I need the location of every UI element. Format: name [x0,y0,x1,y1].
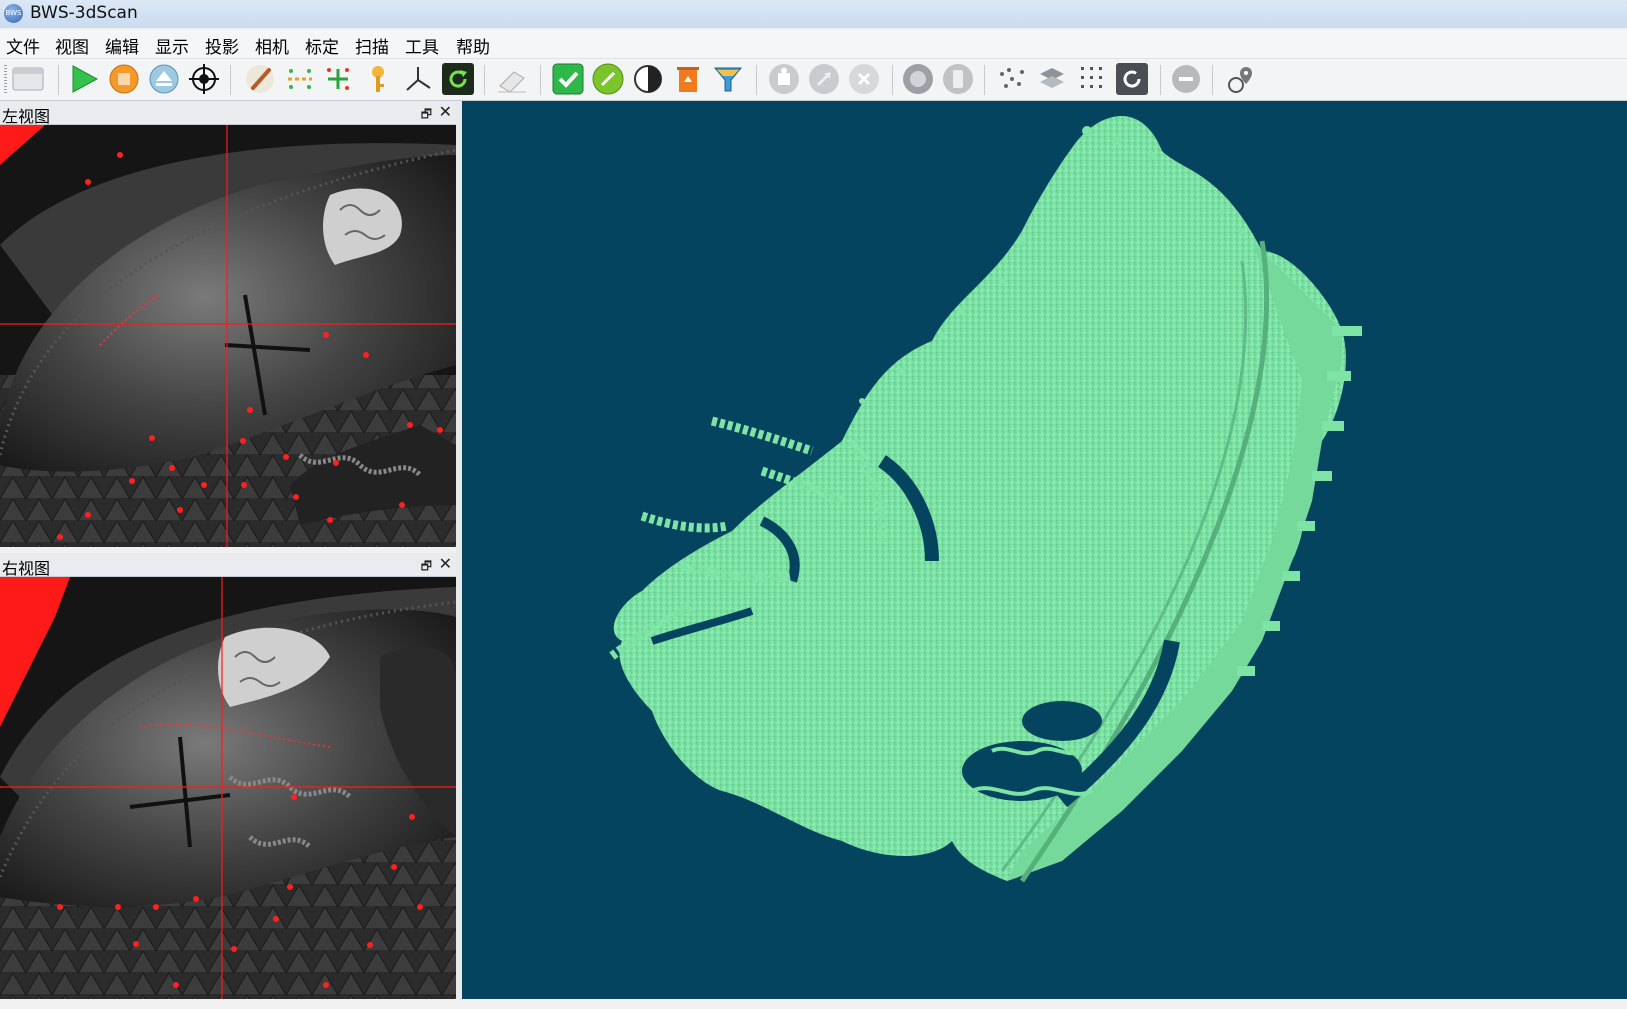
menu-calibrate[interactable]: 标定 [303,33,341,58]
crosshair-target-icon[interactable] [188,63,220,95]
window-title: BWS-3dScan [30,3,138,23]
filter-funnel-icon[interactable] [712,63,744,95]
confirm-check-icon[interactable] [552,63,584,95]
toolbar-separator [230,65,231,95]
edit-pencil-icon[interactable] [592,63,624,95]
toolbar [0,59,1627,101]
scan-point-cloud [609,116,1362,883]
refresh-gray-icon[interactable] [1116,63,1148,95]
toolbar-separator [892,65,893,95]
location-pin-icon[interactable] [1224,63,1256,95]
toolbar-separator [540,65,541,95]
status-bar [0,999,1627,1009]
close-icon[interactable]: ✕ [439,554,452,573]
mobile-device-icon[interactable] [942,63,974,95]
menu-scan[interactable]: 扫描 [353,33,391,58]
menu-projection[interactable]: 投影 [203,33,241,58]
right-view-titlebar[interactable]: 右视图 🗗 ✕ [0,553,458,578]
key-icon[interactable] [362,63,394,95]
stop-icon[interactable] [108,63,140,95]
recycle-bin-icon[interactable] [672,63,704,95]
toolbar-separator [756,65,757,95]
menu-tools[interactable]: 工具 [403,33,441,58]
menu-help[interactable]: 帮助 [454,33,492,58]
app-logo-icon: BWS [4,4,23,23]
contrast-icon[interactable] [632,63,664,95]
expand-arrows-icon[interactable] [808,63,840,95]
layers-icon[interactable] [1036,63,1068,95]
toolbar-separator [58,65,59,95]
left-view-titlebar[interactable]: 左视图 🗗 ✕ [0,101,458,126]
right-camera-view[interactable] [0,577,456,999]
toolbar-separator [1212,65,1213,95]
refresh-icon[interactable] [442,63,474,95]
toolbar-separator [484,65,485,95]
toolbar-separator [1160,65,1161,95]
brush-icon[interactable] [244,63,276,95]
minus-icon[interactable] [1170,63,1202,95]
toolbar-separator [984,65,985,95]
scatter-points-icon[interactable] [996,63,1028,95]
3d-viewport[interactable] [462,101,1627,999]
float-panel-icon[interactable]: 🗗 [421,557,432,578]
sphere-icon[interactable] [902,63,934,95]
eraser-icon[interactable] [496,63,528,95]
toolbar-grip[interactable] [4,65,7,95]
float-panel-icon[interactable]: 🗗 [421,105,432,126]
new-window-icon[interactable] [12,63,44,95]
axes-icon[interactable] [402,63,434,95]
eject-icon[interactable] [148,63,180,95]
menu-file[interactable]: 文件 [4,33,42,58]
title-bar: BWS BWS-3dScan [0,0,1627,28]
puzzle-icon[interactable] [768,63,800,95]
close-icon[interactable]: ✕ [439,102,452,121]
play-icon[interactable] [68,63,100,95]
menu-camera[interactable]: 相机 [253,33,291,58]
left-camera-view[interactable] [0,125,456,547]
right-view-title: 右视图 [2,559,51,578]
dashed-line-icon[interactable] [284,63,316,95]
menu-view[interactable]: 视图 [53,33,91,58]
left-view-title: 左视图 [2,107,51,126]
add-points-icon[interactable] [322,63,354,95]
cancel-icon[interactable] [848,63,880,95]
menu-display[interactable]: 显示 [153,33,191,58]
menu-edit[interactable]: 编辑 [103,33,141,58]
menu-bar: 文件 视图 编辑 显示 投影 相机 标定 扫描 工具 帮助 [0,30,1627,59]
grid-dots-icon[interactable] [1076,63,1108,95]
